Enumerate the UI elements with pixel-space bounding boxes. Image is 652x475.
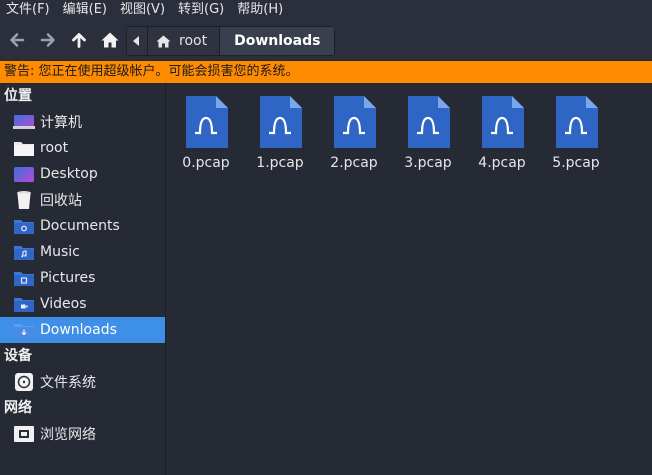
arrow-left-icon (10, 33, 25, 47)
sidebar-item-label: 浏览网络 (40, 427, 96, 443)
forward-button[interactable] (34, 26, 62, 54)
pcap-file-icon (482, 96, 524, 148)
pictures-folder-icon (12, 268, 36, 288)
sidebar-item-label: Downloads (40, 322, 117, 338)
sidebar-item-browse-network[interactable]: 浏览网络 (0, 421, 165, 447)
sidebar-section-devices: 设备 (4, 348, 32, 364)
pcap-file-icon (334, 96, 376, 148)
chevron-left-icon (133, 36, 139, 46)
file-name: 3.pcap (404, 155, 452, 171)
sidebar-item-label: 回收站 (40, 193, 82, 209)
videos-folder-icon (12, 294, 36, 314)
sidebar-item-downloads[interactable]: Downloads (0, 317, 165, 343)
sidebar-item-filesystem[interactable]: 文件系统 (0, 369, 165, 395)
sidebar-item-label: Videos (40, 296, 87, 312)
menu-file[interactable]: 文件(F) (6, 0, 50, 20)
home-folder-icon (12, 138, 36, 158)
documents-folder-icon (12, 216, 36, 236)
up-button[interactable] (65, 26, 93, 54)
trash-icon (12, 190, 36, 210)
sidebar-item-label: 文件系统 (40, 375, 96, 391)
sidebar-item-music[interactable]: Music (0, 239, 165, 265)
pcap-file-icon (260, 96, 302, 148)
menu-help[interactable]: 帮助(H) (237, 0, 283, 20)
superuser-warning-bar: 警告: 您正在使用超级帐户。可能会损害您的系统。 (0, 61, 652, 83)
menu-view[interactable]: 视图(V) (120, 0, 165, 20)
sidebar-item-documents[interactable]: Documents (0, 213, 165, 239)
menu-bar: 文件(F) 编辑(E) 视图(V) 转到(G) 帮助(H) (0, 0, 652, 20)
path-bar: root Downloads (126, 26, 336, 56)
home-button[interactable] (96, 26, 124, 54)
music-folder-icon (12, 242, 36, 262)
sidebar-item-label: 计算机 (40, 115, 82, 131)
sidebar-item-desktop[interactable]: Desktop (0, 161, 165, 187)
computer-icon (12, 112, 36, 132)
sidebar-item-label: Documents (40, 218, 120, 234)
file-view: 0.pcap 1.pcap 2.pcap 3.pcap 4.pcap 5.pca… (167, 83, 652, 475)
file-item[interactable]: 5.pcap (543, 95, 609, 171)
sidebar-item-label: Music (40, 244, 80, 260)
back-button[interactable] (3, 26, 31, 54)
home-icon (156, 35, 171, 47)
network-icon (12, 424, 36, 444)
sidebar-item-pictures[interactable]: Pictures (0, 265, 165, 291)
sidebar-item-label: root (40, 140, 69, 156)
file-name: 4.pcap (478, 155, 526, 171)
desktop-icon (12, 164, 36, 184)
sidebar-item-label: Desktop (40, 166, 98, 182)
file-item[interactable]: 1.pcap (247, 95, 313, 171)
path-crumb-downloads-label: Downloads (234, 33, 321, 49)
arrow-up-icon (72, 33, 86, 48)
sidebar-item-root[interactable]: root (0, 135, 165, 161)
sidebar-section-network: 网络 (4, 400, 32, 416)
sidebar-item-computer[interactable]: 计算机 (0, 109, 165, 135)
sidebar: 位置 计算机 root Desktop 回收站 Documents Music … (0, 83, 166, 475)
path-crumb-root-label: root (179, 33, 208, 49)
menu-go[interactable]: 转到(G) (178, 0, 224, 20)
file-name: 5.pcap (552, 155, 600, 171)
file-item[interactable]: 2.pcap (321, 95, 387, 171)
pcap-file-icon (556, 96, 598, 148)
drive-icon (12, 372, 36, 392)
sidebar-item-trash[interactable]: 回收站 (0, 187, 165, 213)
file-name: 2.pcap (330, 155, 378, 171)
home-icon (101, 32, 119, 48)
file-item[interactable]: 4.pcap (469, 95, 535, 171)
sidebar-item-label: Pictures (40, 270, 96, 286)
sidebar-item-videos[interactable]: Videos (0, 291, 165, 317)
downloads-folder-icon (12, 320, 36, 340)
file-name: 1.pcap (256, 155, 304, 171)
path-scroll-left-button[interactable] (126, 26, 148, 56)
path-crumb-downloads[interactable]: Downloads (220, 26, 336, 56)
path-crumb-root[interactable]: root (148, 26, 221, 56)
file-item[interactable]: 3.pcap (395, 95, 461, 171)
menu-edit[interactable]: 编辑(E) (63, 0, 107, 20)
file-name: 0.pcap (182, 155, 230, 171)
pcap-file-icon (186, 96, 228, 148)
sidebar-section-places: 位置 (4, 88, 32, 104)
file-item[interactable]: 0.pcap (173, 95, 239, 171)
pcap-file-icon (408, 96, 450, 148)
arrow-right-icon (40, 33, 55, 47)
